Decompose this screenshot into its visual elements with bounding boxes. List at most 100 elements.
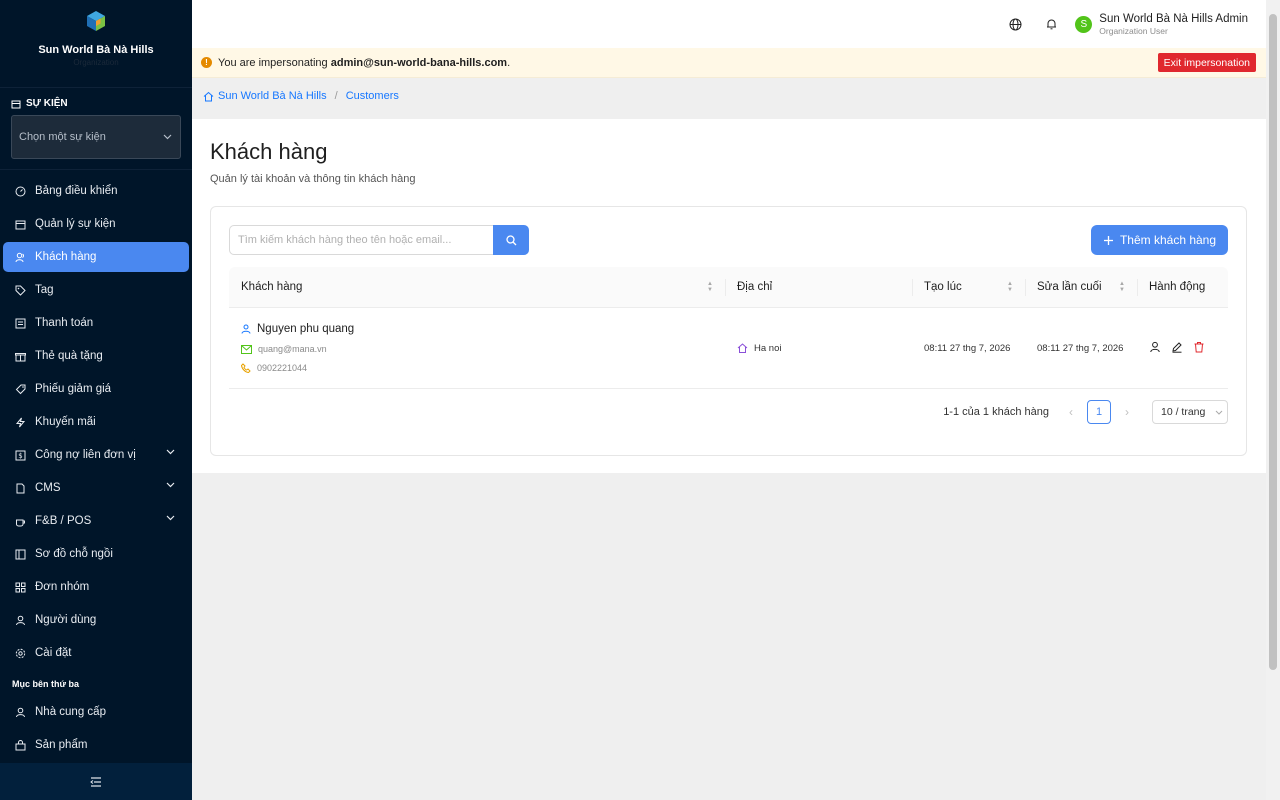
address-cell: Ha noi [725, 308, 912, 388]
sidebar-item-label: Khách hàng [35, 251, 97, 263]
tag-icon [14, 284, 26, 296]
breadcrumb-current[interactable]: Customers [346, 90, 399, 102]
event-section-title: SỰ KIỆN [11, 98, 181, 109]
sidebar-item-promotions[interactable]: Khuyến mãi [3, 407, 189, 437]
sidebar-item-events[interactable]: Quản lý sự kiện [3, 209, 189, 239]
chevron-down-icon [166, 449, 175, 455]
sidebar-item-label: Bảng điều khiển [35, 185, 118, 197]
seat-map-icon [14, 548, 26, 560]
sidebar-item-payment[interactable]: Thanh toán [3, 308, 189, 338]
sidebar-item-label: Sơ đồ chỗ ngồi [35, 548, 113, 560]
third-party-section-title: Mục bên thứ ba [12, 679, 80, 689]
sidebar-item-label: Nhà cung cấp [35, 706, 106, 718]
column-created[interactable]: Tạo lúc ▲ ▼ [912, 267, 1025, 307]
sidebar-item-debts[interactable]: $ Công nợ liên đơn vị [3, 440, 189, 470]
supplier-icon [14, 706, 26, 718]
event-select[interactable]: Chọn một sự kiện [11, 115, 181, 159]
sort-icon: ▲ ▼ [707, 281, 713, 293]
page-size-select[interactable]: 10 / trang [1152, 400, 1228, 424]
sidebar-item-customers[interactable]: Khách hàng [3, 242, 189, 272]
impersonation-prefix: You are impersonating [218, 56, 331, 69]
group-order-icon [14, 581, 26, 593]
page-number-button[interactable]: 1 [1087, 400, 1111, 424]
sidebar-item-label: CMS [35, 482, 61, 494]
collapse-sidebar-button[interactable] [0, 763, 192, 800]
sort-icon: ▲ ▼ [1119, 281, 1125, 293]
sidebar-item-suppliers[interactable]: Nhà cung cấp [3, 697, 189, 727]
sidebar-menu: Bảng điều khiển Quản lý sự kiện Khách hà… [0, 170, 192, 760]
menu-fold-icon [90, 776, 101, 787]
page-title: Khách hàng [210, 139, 328, 164]
page-scrollbar[interactable] [1266, 0, 1280, 800]
impersonation-email: admin@sun-world-bana-hills.com [330, 56, 508, 69]
user-icon [241, 324, 251, 334]
payment-icon [14, 317, 26, 329]
brand-name: Sun World Bà Nà Hills [38, 44, 154, 56]
view-customer-button[interactable] [1149, 341, 1161, 356]
sidebar-item-label: Người dùng [35, 614, 97, 626]
sidebar-item-label: Thanh toán [35, 317, 94, 329]
add-customer-button[interactable]: Thêm khách hàng [1091, 225, 1228, 255]
next-page-button[interactable]: › [1113, 405, 1141, 419]
breadcrumb-separator: / [334, 90, 338, 102]
impersonation-suffix: . [507, 56, 511, 69]
sidebar-item-seat-map[interactable]: Sơ đồ chỗ ngồi [3, 539, 189, 569]
column-updated[interactable]: Sửa lần cuối ▲ ▼ [1025, 267, 1137, 307]
plus-icon [1103, 235, 1113, 245]
settings-icon [14, 647, 26, 659]
customer-name[interactable]: Nguyen phu quang [257, 323, 354, 335]
sidebar-item-group-orders[interactable]: Đơn nhóm [3, 572, 189, 602]
delete-customer-button[interactable] [1193, 341, 1205, 356]
page-subtitle: Quản lý tài khoản và thông tin khách hàn… [210, 173, 416, 185]
sidebar-item-label: Công nợ liên đơn vị [35, 449, 136, 461]
sidebar-item-users[interactable]: Người dùng [3, 605, 189, 635]
main-content: Khách hàng Quản lý tài khoản và thông ti… [192, 119, 1266, 473]
search-input[interactable] [229, 225, 493, 255]
prev-page-button[interactable]: ‹ [1057, 405, 1085, 419]
page-size-value: 10 / trang [1161, 406, 1206, 418]
column-customer[interactable]: Khách hàng ▲ ▼ [229, 267, 725, 307]
brand-subtitle: Organization [73, 58, 119, 67]
scrollbar-thumb[interactable] [1269, 14, 1277, 670]
chevron-down-icon [163, 134, 172, 140]
sidebar-item-settings[interactable]: Cài đặt [3, 638, 189, 668]
sidebar-item-label: F&B / POS [35, 515, 92, 527]
brand: Sun World Bà Nà Hills Organization [0, 0, 192, 88]
sidebar-item-cms[interactable]: CMS [3, 473, 189, 503]
dashboard-icon [14, 185, 26, 197]
top-bar: S Sun World Bà Nà Hills Admin Organizati… [192, 0, 1266, 48]
customers-table: Khách hàng ▲ ▼ Địa chỉ Tạo lúc ▲ ▼ Sửa lần… [229, 267, 1228, 389]
user-role: Organization User [1099, 25, 1168, 36]
breadcrumb-home-link[interactable]: Sun World Bà Nà Hills [218, 90, 327, 102]
exit-impersonation-button[interactable]: Exit impersonation [1157, 53, 1256, 72]
search-bar [229, 225, 529, 255]
home-icon [737, 343, 748, 353]
sidebar-item-dashboard[interactable]: Bảng điều khiển [3, 176, 189, 206]
add-customer-label: Thêm khách hàng [1119, 233, 1217, 247]
sidebar-item-fnb-pos[interactable]: F&B / POS [3, 506, 189, 536]
brand-logo-icon [85, 10, 107, 32]
pagination-summary: 1-1 của 1 khách hàng [943, 406, 1049, 418]
edit-customer-button[interactable] [1171, 341, 1183, 356]
impersonation-banner: ! You are impersonating admin@sun-world-… [192, 48, 1266, 78]
gift-icon [14, 350, 26, 362]
sidebar-item-gift-cards[interactable]: Thẻ quà tặng [3, 341, 189, 371]
sidebar-item-tag[interactable]: Tag [3, 275, 189, 305]
user-menu[interactable]: S Sun World Bà Nà Hills Admin Organizati… [1075, 13, 1248, 36]
home-icon [203, 91, 214, 101]
sort-icon: ▲ ▼ [1007, 281, 1013, 293]
table-row: Nguyen phu quang quang@mana.vn 090222104… [229, 308, 1228, 389]
column-actions: Hành động [1137, 267, 1228, 307]
search-button[interactable] [493, 225, 529, 255]
sidebar-item-label: Thẻ quà tặng [35, 350, 103, 362]
chevron-down-icon [166, 515, 175, 521]
customer-address: Ha noi [754, 342, 782, 354]
language-button[interactable] [997, 9, 1033, 39]
sidebar: Sun World Bà Nà Hills Organization SỰ KI… [0, 0, 192, 800]
notifications-button[interactable] [1033, 9, 1069, 39]
sidebar-item-label: Đơn nhóm [35, 581, 90, 593]
user-name: Sun World Bà Nà Hills Admin [1099, 12, 1248, 25]
sidebar-item-coupons[interactable]: Phiếu giảm giá [3, 374, 189, 404]
sidebar-item-products[interactable]: Sản phẩm [3, 730, 189, 760]
customer-phone: 0902221044 [257, 363, 308, 373]
